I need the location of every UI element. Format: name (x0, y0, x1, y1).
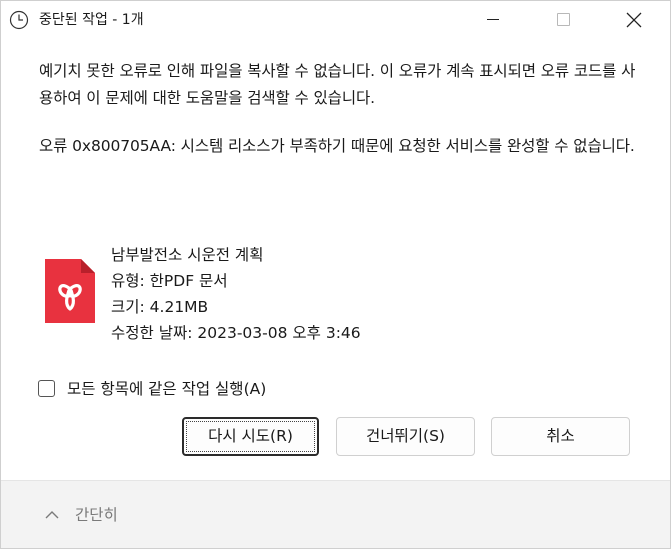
apply-to-all-checkbox[interactable] (38, 380, 55, 397)
file-type: 유형: 한PDF 문서 (111, 272, 228, 290)
pdf-file-icon (45, 259, 95, 323)
file-modified-date: 수정한 날짜: 2023-03-08 오후 3:46 (111, 324, 361, 342)
dialog-footer: 간단히 (1, 481, 670, 548)
skip-button-label: 건너뛰기(S) (366, 427, 445, 445)
error-code-message: 오류 0x800705AA: 시스템 리소스가 부족하기 때문에 요청한 서비스… (39, 137, 635, 155)
cancel-button[interactable]: 취소 (491, 417, 630, 456)
title-bar[interactable]: 중단된 작업 - 1개 (1, 1, 670, 39)
skip-button[interactable]: 건너뛰기(S) (336, 417, 475, 456)
cancel-button-label: 취소 (546, 427, 575, 445)
retry-button[interactable]: 다시 시도(R) (182, 417, 319, 456)
window-title: 중단된 작업 - 1개 (39, 12, 144, 28)
clock-icon (9, 10, 29, 30)
file-info: 남부발전소 시운전 계획 유형: 한PDF 문서 크기: 4.21MB 수정한 … (111, 242, 361, 346)
maximize-button[interactable] (541, 1, 587, 39)
file-name: 남부발전소 시운전 계획 (111, 246, 264, 264)
file-size: 크기: 4.21MB (111, 298, 209, 316)
copy-error-dialog: 중단된 작업 - 1개 예기치 못한 오류로 인해 파일을 복사할 수 없습니다… (0, 0, 671, 549)
close-button[interactable] (611, 1, 657, 39)
minimize-button[interactable] (471, 1, 517, 39)
collapse-label: 간단히 (75, 506, 118, 524)
retry-button-label: 다시 시도(R) (208, 427, 293, 445)
error-description: 예기치 못한 오류로 인해 파일을 복사할 수 없습니다. 이 오류가 계속 표… (39, 62, 636, 107)
chevron-up-icon (45, 511, 59, 519)
close-icon (626, 12, 642, 28)
apply-to-all-label[interactable]: 모든 항목에 같은 작업 실행(A) (67, 378, 266, 400)
